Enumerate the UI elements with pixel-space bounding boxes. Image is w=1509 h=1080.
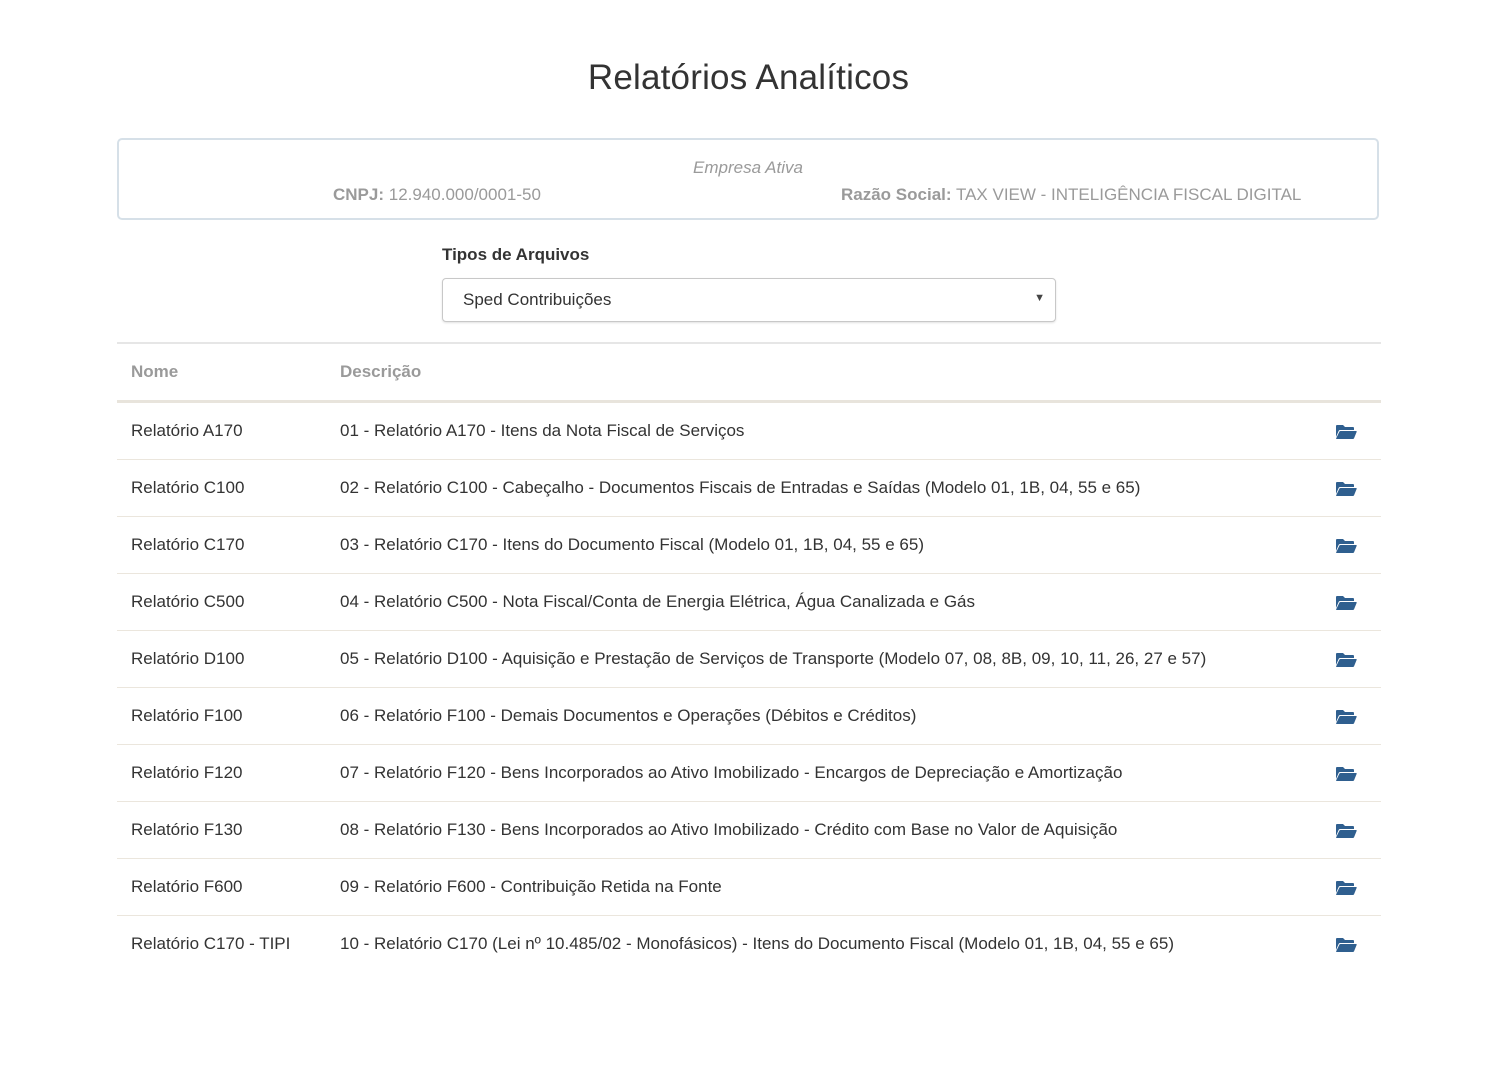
chevron-down-icon: ▼ xyxy=(1034,292,1045,304)
file-type-selected-value: Sped Contribuições xyxy=(463,290,612,309)
table-row: Relatório F600 09 - Relatório F600 - Cont… xyxy=(117,858,1381,916)
reports-table: Nome Descrição Relatório A170 01 - Relató… xyxy=(117,342,1381,972)
table-row: Relatório C100 02 - Relatório C100 - Cabe… xyxy=(117,459,1381,517)
column-header-description: Descrição xyxy=(326,342,1311,403)
report-action-cell xyxy=(1311,459,1381,517)
table-row: Relatório F100 06 - Relatório F100 - Dema… xyxy=(117,687,1381,745)
table-row: Relatório D100 05 - Relatório D100 - Aqui… xyxy=(117,630,1381,688)
report-description: 05 - Relatório D100 - Aquisição e Presta… xyxy=(326,630,1311,688)
file-type-label: Tipos de Arquivos xyxy=(442,245,590,264)
company-cnpj: CNPJ: 12.940.000/0001-50 xyxy=(333,185,541,205)
cnpj-label: CNPJ: xyxy=(333,185,385,204)
folder-open-icon[interactable] xyxy=(1335,765,1357,783)
report-action-cell xyxy=(1311,630,1381,688)
column-header-name: Nome xyxy=(117,342,326,403)
report-description: 06 - Relatório F100 - Demais Documentos … xyxy=(326,687,1311,745)
razao-social-value: TAX VIEW - INTELIGÊNCIA FISCAL DIGITAL xyxy=(955,185,1302,204)
report-name: Relatório C170 - TIPI xyxy=(131,934,291,953)
folder-open-icon[interactable] xyxy=(1335,822,1357,840)
report-action-cell xyxy=(1311,401,1381,460)
report-action-cell xyxy=(1311,573,1381,631)
report-name: Relatório D100 xyxy=(117,630,326,688)
report-name: Relatório A170 xyxy=(117,401,326,460)
razao-social-label: Razão Social: xyxy=(841,185,952,204)
report-description: 02 - Relatório C100 - Cabeçalho - Docume… xyxy=(326,459,1311,517)
report-name: Relatório C170 xyxy=(117,516,326,574)
table-row: Relatório C170 - TIPI 10 - Relatório C170… xyxy=(117,916,1381,973)
table-row: Relatório C500 04 - Relatório C500 - Nota… xyxy=(117,573,1381,631)
report-action-cell xyxy=(1311,916,1381,973)
report-description: 10 - Relatório C170 (Lei nº 10.485/02 - … xyxy=(340,934,1174,953)
table-header-row: Nome Descrição xyxy=(117,342,1381,403)
folder-open-icon[interactable] xyxy=(1335,537,1357,555)
report-description: 04 - Relatório C500 - Nota Fiscal/Conta … xyxy=(326,573,1311,631)
report-description: 03 - Relatório C170 - Itens do Documento… xyxy=(326,516,1311,574)
table-row: Relatório F120 07 - Relatório F120 - Bens… xyxy=(117,744,1381,802)
folder-open-icon[interactable] xyxy=(1335,594,1357,612)
folder-open-icon[interactable] xyxy=(1335,651,1357,669)
report-action-cell xyxy=(1311,858,1381,916)
report-description: 09 - Relatório F600 - Contribuição Retid… xyxy=(326,858,1311,916)
active-company-heading: Empresa Ativa xyxy=(693,158,803,177)
table-row: Relatório A170 01 - Relatório A170 - Iten… xyxy=(117,401,1381,460)
folder-open-icon[interactable] xyxy=(1335,708,1357,726)
company-razao-social: Razão Social: TAX VIEW - INTELIGÊNCIA FI… xyxy=(841,185,1301,205)
report-name: Relatório F130 xyxy=(117,801,326,859)
page-title: Relatórios Analíticos xyxy=(587,58,910,97)
table-row: Relatório F130 08 - Relatório F130 - Bens… xyxy=(117,801,1381,859)
cnpj-value: 12.940.000/0001-50 xyxy=(388,185,541,204)
active-company-panel: Empresa Ativa CNPJ: 12.940.000/0001-50 R… xyxy=(117,138,1379,220)
folder-open-icon[interactable] xyxy=(1335,936,1357,954)
report-name: Relatório F100 xyxy=(117,687,326,745)
report-action-cell xyxy=(1311,687,1381,745)
table-row: Relatório C170 03 - Relatório C170 - Iten… xyxy=(117,516,1381,574)
report-action-cell xyxy=(1311,516,1381,574)
folder-open-icon[interactable] xyxy=(1335,480,1357,498)
report-name: Relatório C500 xyxy=(117,573,326,631)
file-type-select[interactable]: Sped Contribuições ▼ xyxy=(442,278,1056,322)
report-description: 07 - Relatório F120 - Bens Incorporados … xyxy=(326,744,1311,802)
folder-open-icon[interactable] xyxy=(1335,423,1357,441)
report-description: 08 - Relatório F130 - Bens Incorporados … xyxy=(326,801,1311,859)
report-description: 01 - Relatório A170 - Itens da Nota Fisc… xyxy=(326,401,1311,460)
folder-open-icon[interactable] xyxy=(1335,879,1357,897)
report-name: Relatório F120 xyxy=(117,744,326,802)
report-action-cell xyxy=(1311,801,1381,859)
column-header-action xyxy=(1311,342,1381,403)
report-name: Relatório F600 xyxy=(117,858,326,916)
report-action-cell xyxy=(1311,744,1381,802)
report-name: Relatório C100 xyxy=(117,459,326,517)
